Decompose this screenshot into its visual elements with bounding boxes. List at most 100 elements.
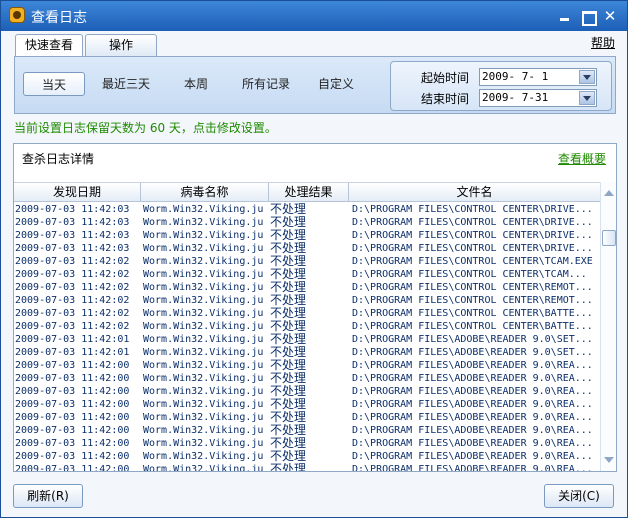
end-date-label: 结束时间 <box>421 92 470 106</box>
row-date: 2009-07-03 11:42:00 <box>15 399 130 410</box>
chevron-down-icon[interactable] <box>579 91 595 105</box>
row-virus-name: Worm.Win32.Viking.ju <box>143 295 264 306</box>
row-virus-name: Worm.Win32.Viking.ju <box>143 360 264 371</box>
scrollbar-thumb[interactable] <box>602 230 616 246</box>
table-row[interactable]: 2009-07-03 11:42:02 Worm.Win32.Viking.ju 不… <box>14 294 600 307</box>
table-row[interactable]: 2009-07-03 11:42:00 Worm.Win32.Viking.ju 不… <box>14 372 600 385</box>
row-action: 不处理 <box>270 307 307 320</box>
table-row[interactable]: 2009-07-03 11:42:02 Worm.Win32.Viking.ju 不… <box>14 281 600 294</box>
column-header-virus-name[interactable]: 病毒名称 <box>141 183 269 202</box>
help-link[interactable]: 帮助 <box>591 34 615 51</box>
row-file-name: D:\PROGRAM FILES\CONTROL CENTER\DRIVE... <box>352 243 593 254</box>
row-action: 不处理 <box>270 424 307 437</box>
row-file-name: D:\PROGRAM FILES\CONTROL CENTER\TCAM... <box>352 269 587 280</box>
table-row[interactable]: 2009-07-03 11:42:01 Worm.Win32.Viking.ju 不… <box>14 346 600 359</box>
chevron-down-icon[interactable] <box>579 70 595 84</box>
tab-operations[interactable]: 操作 <box>85 34 157 56</box>
end-date-picker[interactable]: 2009- 7-31 <box>479 89 597 107</box>
refresh-button[interactable]: 刷新(R) <box>13 484 83 508</box>
row-file-name: D:\PROGRAM FILES\ADOBE\READER 9.0\REA... <box>352 360 593 371</box>
table-row[interactable]: 2009-07-03 11:42:02 Worm.Win32.Viking.ju 不… <box>14 255 600 268</box>
table-row[interactable]: 2009-07-03 11:42:02 Worm.Win32.Viking.ju 不… <box>14 320 600 333</box>
row-action: 不处理 <box>270 268 307 281</box>
row-date: 2009-07-03 11:42:02 <box>15 321 130 332</box>
row-action: 不处理 <box>270 359 307 372</box>
table-row[interactable]: 2009-07-03 11:42:00 Worm.Win32.Viking.ju 不… <box>14 437 600 450</box>
row-file-name: D:\PROGRAM FILES\ADOBE\READER 9.0\REA... <box>352 438 593 449</box>
row-action: 不处理 <box>270 281 307 294</box>
row-action: 不处理 <box>270 346 307 359</box>
row-date: 2009-07-03 11:42:00 <box>15 373 130 384</box>
row-file-name: D:\PROGRAM FILES\ADOBE\READER 9.0\REA... <box>352 412 593 423</box>
row-virus-name: Worm.Win32.Viking.ju <box>143 308 264 319</box>
filter-bar: 当天 最近三天 本周 所有记录 自定义 起始时间 2009- 7- 1 结束时间… <box>14 56 616 114</box>
table-row[interactable]: 2009-07-03 11:42:02 Worm.Win32.Viking.ju 不… <box>14 268 600 281</box>
maximize-icon[interactable] <box>580 8 597 26</box>
table-row[interactable]: 2009-07-03 11:42:03 Worm.Win32.Viking.ju 不… <box>14 203 600 216</box>
row-virus-name: Worm.Win32.Viking.ju <box>143 204 264 215</box>
row-date: 2009-07-03 11:42:02 <box>15 282 130 293</box>
table-row[interactable]: 2009-07-03 11:42:03 Worm.Win32.Viking.ju 不… <box>14 242 600 255</box>
table-row[interactable]: 2009-07-03 11:42:01 Worm.Win32.Viking.ju 不… <box>14 333 600 346</box>
log-table-body: 2009-07-03 11:42:03 Worm.Win32.Viking.ju 不… <box>14 203 600 471</box>
table-row[interactable]: 2009-07-03 11:42:00 Worm.Win32.Viking.ju 不… <box>14 411 600 424</box>
start-date-value: 2009- 7- 1 <box>482 70 549 83</box>
filter-this-week-button[interactable]: 本周 <box>167 72 225 96</box>
row-file-name: D:\PROGRAM FILES\CONTROL CENTER\DRIVE... <box>352 204 593 215</box>
row-action: 不处理 <box>270 372 307 385</box>
row-file-name: D:\PROGRAM FILES\ADOBE\READER 9.0\SET... <box>352 347 593 358</box>
close-icon[interactable]: ✕ <box>602 8 618 24</box>
row-virus-name: Worm.Win32.Viking.ju <box>143 347 264 358</box>
table-row[interactable]: 2009-07-03 11:42:00 Worm.Win32.Viking.ju 不… <box>14 424 600 437</box>
row-date: 2009-07-03 11:42:00 <box>15 412 130 423</box>
tab-quick-view[interactable]: 快速查看 <box>15 34 83 56</box>
row-action: 不处理 <box>270 203 307 216</box>
view-overview-link[interactable]: 查看概要 <box>558 150 606 167</box>
column-header-date[interactable]: 发现日期 <box>14 183 141 202</box>
row-virus-name: Worm.Win32.Viking.ju <box>143 321 264 332</box>
end-date-value: 2009- 7-31 <box>482 91 549 104</box>
scroll-up-icon[interactable] <box>604 188 614 196</box>
title-bar: 查看日志 ✕ <box>1 1 627 31</box>
row-virus-name: Worm.Win32.Viking.ju <box>143 386 264 397</box>
table-row[interactable]: 2009-07-03 11:42:00 Worm.Win32.Viking.ju 不… <box>14 359 600 372</box>
retention-notice-link[interactable]: 当前设置日志保留天数为 60 天，点击修改设置。 <box>14 119 277 136</box>
row-action: 不处理 <box>270 333 307 346</box>
filter-all-records-button[interactable]: 所有记录 <box>237 72 295 96</box>
row-action: 不处理 <box>270 463 307 471</box>
filter-custom-button[interactable]: 自定义 <box>311 72 361 96</box>
table-row[interactable]: 2009-07-03 11:42:02 Worm.Win32.Viking.ju 不… <box>14 307 600 320</box>
table-row[interactable]: 2009-07-03 11:42:00 Worm.Win32.Viking.ju 不… <box>14 450 600 463</box>
column-header-file-name[interactable]: 文件名 <box>349 183 600 202</box>
row-action: 不处理 <box>270 255 307 268</box>
row-virus-name: Worm.Win32.Viking.ju <box>143 230 264 241</box>
row-virus-name: Worm.Win32.Viking.ju <box>143 269 264 280</box>
row-file-name: D:\PROGRAM FILES\ADOBE\READER 9.0\REA... <box>352 399 593 410</box>
scroll-down-icon[interactable] <box>604 457 614 465</box>
row-date: 2009-07-03 11:42:02 <box>15 256 130 267</box>
row-action: 不处理 <box>270 450 307 463</box>
filter-today-button[interactable]: 当天 <box>23 72 85 96</box>
row-date: 2009-07-03 11:42:03 <box>15 217 130 228</box>
column-header-action[interactable]: 处理结果 <box>269 183 349 202</box>
row-virus-name: Worm.Win32.Viking.ju <box>143 425 264 436</box>
table-row[interactable]: 2009-07-03 11:42:00 Worm.Win32.Viking.ju 不… <box>14 463 600 471</box>
table-row[interactable]: 2009-07-03 11:42:00 Worm.Win32.Viking.ju 不… <box>14 398 600 411</box>
row-action: 不处理 <box>270 229 307 242</box>
row-file-name: D:\PROGRAM FILES\CONTROL CENTER\TCAM.EXE <box>352 256 593 267</box>
row-file-name: D:\PROGRAM FILES\CONTROL CENTER\DRIVE... <box>352 230 593 241</box>
close-button[interactable]: 关闭(C) <box>544 484 614 508</box>
filter-last-three-days-button[interactable]: 最近三天 <box>95 72 157 96</box>
table-row[interactable]: 2009-07-03 11:42:00 Worm.Win32.Viking.ju 不… <box>14 385 600 398</box>
minimize-icon[interactable] <box>557 8 573 24</box>
row-date: 2009-07-03 11:42:00 <box>15 425 130 436</box>
vertical-scrollbar[interactable] <box>600 182 616 471</box>
row-date: 2009-07-03 11:42:02 <box>15 269 130 280</box>
start-date-picker[interactable]: 2009- 7- 1 <box>479 68 597 86</box>
table-row[interactable]: 2009-07-03 11:42:03 Worm.Win32.Viking.ju 不… <box>14 216 600 229</box>
row-file-name: D:\PROGRAM FILES\CONTROL CENTER\REMOT... <box>352 295 593 306</box>
row-action: 不处理 <box>270 320 307 333</box>
row-virus-name: Worm.Win32.Viking.ju <box>143 217 264 228</box>
table-row[interactable]: 2009-07-03 11:42:03 Worm.Win32.Viking.ju 不… <box>14 229 600 242</box>
start-date-label: 起始时间 <box>421 71 470 85</box>
